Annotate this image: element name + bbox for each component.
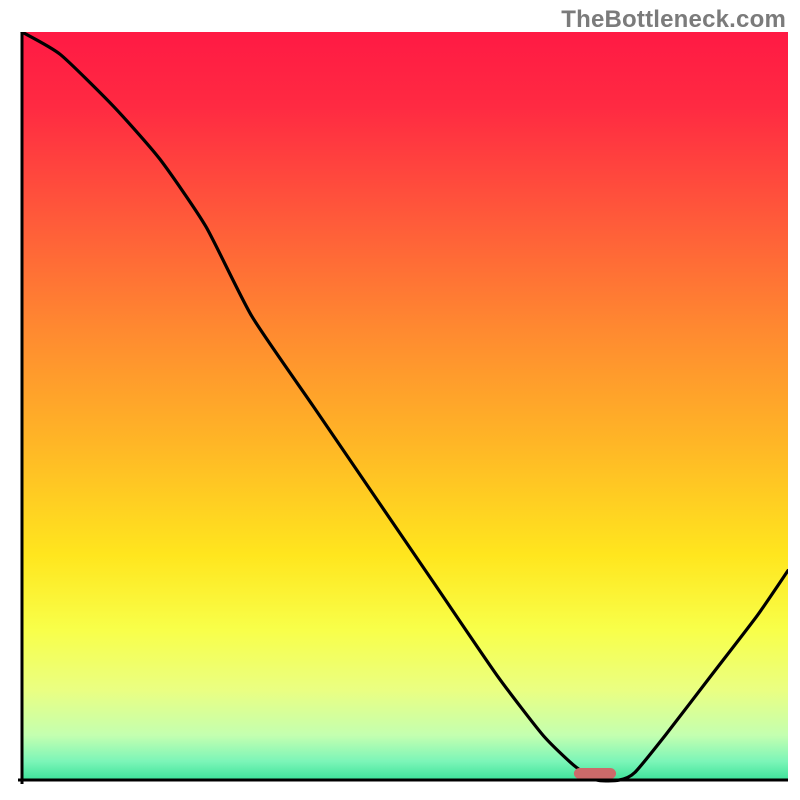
plot-area bbox=[18, 32, 788, 784]
gradient-background bbox=[22, 32, 788, 780]
optimal-marker bbox=[574, 768, 616, 779]
chart-stage: TheBottleneck.com bbox=[0, 0, 800, 800]
watermark-text: TheBottleneck.com bbox=[561, 6, 786, 34]
bottleneck-chart bbox=[18, 32, 788, 784]
